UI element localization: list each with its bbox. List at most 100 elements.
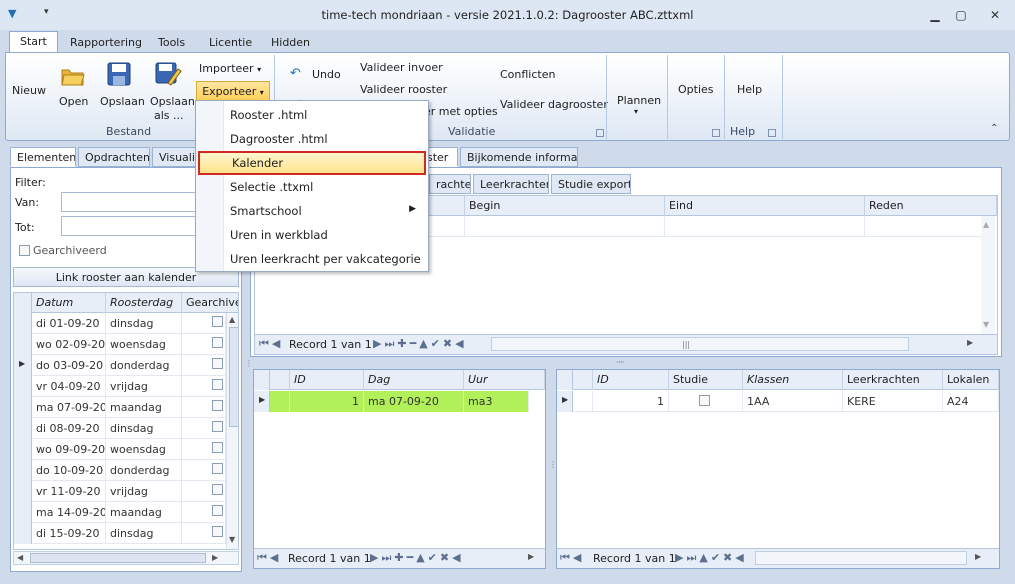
menu-item-rooster-html[interactable]: Rooster .html — [196, 103, 428, 127]
gearchiveerd-row-checkbox[interactable] — [212, 484, 223, 495]
opslaan-als-button-line2[interactable]: als ... — [154, 109, 184, 122]
gearchiveerd-row-checkbox[interactable] — [212, 442, 223, 453]
gearchiveerd-row-checkbox[interactable] — [212, 463, 223, 474]
new-row-cell[interactable] — [665, 216, 865, 237]
column-header-klassen[interactable]: Klassen — [743, 370, 843, 390]
table-row[interactable]: di 01-09-20 dinsdag — [14, 313, 226, 334]
row-cell-roosterdag[interactable]: dinsdag — [106, 418, 182, 439]
row-cell-datum[interactable]: do 03-09-20 — [32, 355, 106, 376]
row-cell-klassen[interactable]: 1AA — [743, 391, 843, 412]
nav-actions-icons[interactable]: ▶⏭✚━▲✔✖◀ — [370, 551, 464, 565]
column-header-leerkrachten[interactable]: Leerkrachten — [843, 370, 943, 390]
studie-checkbox[interactable] — [699, 395, 710, 406]
row-indicator[interactable] — [14, 334, 32, 355]
gearchiveerd-row-checkbox[interactable] — [212, 337, 223, 348]
column-header-dag[interactable]: Dag — [364, 370, 464, 390]
row-cell-roosterdag[interactable]: donderdag — [106, 355, 182, 376]
minimize-button[interactable]: ▁ — [924, 6, 946, 24]
row-cell-gearchiveerd[interactable] — [182, 355, 226, 376]
nav-actions-icons[interactable]: ▶⏭✚━▲✔✖◀ — [373, 337, 467, 351]
scroll-thumb[interactable]: ||| — [682, 340, 690, 349]
row-cell-gearchiveerd[interactable] — [182, 334, 226, 355]
column-header-datum[interactable]: Datum — [32, 293, 106, 313]
row-cell-roosterdag[interactable]: maandag — [106, 397, 182, 418]
scroll-right-icon[interactable]: ▶ — [967, 338, 973, 347]
table-row[interactable]: ▶ 1 ma 07-09-20 ma3 — [254, 391, 529, 412]
column-header-eind[interactable]: Eind — [665, 196, 865, 216]
tab-start[interactable]: Start — [9, 31, 58, 53]
row-cell-leerkrachten[interactable]: KERE — [843, 391, 943, 412]
row-cell-roosterdag[interactable]: woensdag — [106, 334, 182, 355]
row-cell-datum[interactable]: vr 04-09-20 — [32, 376, 106, 397]
column-header-id[interactable]: ID — [593, 370, 669, 390]
tab-rapportering[interactable]: Rapportering — [60, 33, 152, 52]
row-cell-studie[interactable] — [669, 391, 743, 412]
scroll-thumb[interactable] — [30, 553, 206, 563]
menu-item-uren-in-werkblad[interactable]: Uren in werkblad — [196, 223, 428, 247]
nav-first-prev-icons[interactable]: ⏮◀ — [259, 337, 283, 351]
table-row[interactable]: wo 09-09-20 woensdag — [14, 439, 226, 460]
gearchiveerd-row-checkbox[interactable] — [212, 400, 223, 411]
row-indicator[interactable] — [14, 523, 32, 544]
vertical-splitter[interactable]: ⋮ — [245, 360, 253, 368]
gearchiveerd-row-checkbox[interactable] — [212, 358, 223, 369]
vertical-scrollbar[interactable]: ▲ ▼ — [226, 313, 238, 549]
scroll-right-icon[interactable]: ▶ — [212, 553, 218, 562]
gearchiveerd-row-checkbox[interactable] — [212, 316, 223, 327]
plannen-button[interactable]: Plannen — [617, 94, 661, 107]
row-indicator[interactable] — [14, 439, 32, 460]
row-cell-roosterdag[interactable]: dinsdag — [106, 523, 182, 544]
horizontal-scrollbar[interactable]: ||| — [491, 337, 909, 351]
column-header-roosterdag[interactable]: Roosterdag — [106, 293, 182, 313]
row-cell-gearchiveerd[interactable] — [182, 313, 226, 334]
gearchiveerd-row-checkbox[interactable] — [212, 421, 223, 432]
scroll-thumb[interactable] — [229, 327, 238, 427]
tab-hidden[interactable]: Hidden — [261, 33, 320, 52]
opties-button[interactable]: Opties — [678, 83, 714, 96]
table-row[interactable]: vr 11-09-20 vrijdag — [14, 481, 226, 502]
row-indicator[interactable] — [14, 397, 32, 418]
tab-visualisatie[interactable]: Visualisa — [152, 147, 198, 167]
column-header-begin[interactable]: Begin — [465, 196, 665, 216]
horizontal-splitter[interactable]: ···· — [616, 358, 625, 368]
row-cell-gearchiveerd[interactable] — [182, 418, 226, 439]
collapse-ribbon-icon[interactable]: ⌃ — [990, 123, 998, 134]
row-indicator[interactable] — [14, 418, 32, 439]
exporteer-button[interactable]: Exporteer ▾ — [196, 81, 270, 101]
row-cell-roosterdag[interactable]: maandag — [106, 502, 182, 523]
row-cell-uur[interactable]: ma3 — [464, 391, 529, 412]
scroll-up-icon[interactable]: ▲ — [229, 315, 235, 324]
menu-item-uren-leerkracht-per-vakcategorie[interactable]: Uren leerkracht per vakcategorie — [196, 247, 428, 271]
help-button[interactable]: Help — [737, 83, 762, 96]
opties-launcher-icon[interactable] — [712, 129, 720, 137]
nav-actions-icons[interactable]: ▶⏭▲✔✖◀ — [675, 551, 747, 565]
row-cell-datum[interactable]: ma 14-09-20 — [32, 502, 106, 523]
gearchiveerd-row-checkbox[interactable] — [212, 505, 223, 516]
importeer-button[interactable]: Importeer ▾ — [199, 62, 261, 75]
nav-first-prev-icons[interactable]: ⏮◀ — [257, 551, 281, 565]
row-indicator[interactable] — [14, 460, 32, 481]
table-row[interactable]: ma 07-09-20 maandag — [14, 397, 226, 418]
column-header-studie[interactable]: Studie — [669, 370, 743, 390]
column-header-reden[interactable]: Reden — [865, 196, 997, 216]
nieuw-button[interactable]: Nieuw — [12, 84, 46, 97]
menu-item-dagrooster-html[interactable]: Dagrooster .html — [196, 127, 428, 151]
nav-first-prev-icons[interactable]: ⏮◀ — [560, 551, 584, 565]
menu-item-kalender[interactable]: Kalender — [198, 151, 426, 175]
maximize-button[interactable]: ▢ — [950, 6, 972, 24]
row-cell-datum[interactable]: di 01-09-20 — [32, 313, 106, 334]
opslaan-als-button-line1[interactable]: Opslaan — [150, 95, 195, 108]
row-cell-id[interactable]: 1 — [290, 391, 364, 412]
validatie-launcher-icon[interactable] — [596, 129, 604, 137]
column-header-id[interactable]: ID — [290, 370, 364, 390]
row-cell-id[interactable]: 1 — [593, 391, 669, 412]
row-indicator[interactable] — [14, 502, 32, 523]
tab-licentie[interactable]: Licentie — [199, 33, 262, 52]
undo-button[interactable]: Undo — [312, 68, 341, 81]
column-header-uur[interactable]: Uur — [464, 370, 545, 390]
scroll-up-icon[interactable]: ▲ — [983, 220, 989, 229]
table-row[interactable]: di 15-09-20 dinsdag — [14, 523, 226, 544]
row-cell-gearchiveerd[interactable] — [182, 523, 226, 544]
row-cell-roosterdag[interactable]: woensdag — [106, 439, 182, 460]
table-row[interactable]: di 08-09-20 dinsdag — [14, 418, 226, 439]
